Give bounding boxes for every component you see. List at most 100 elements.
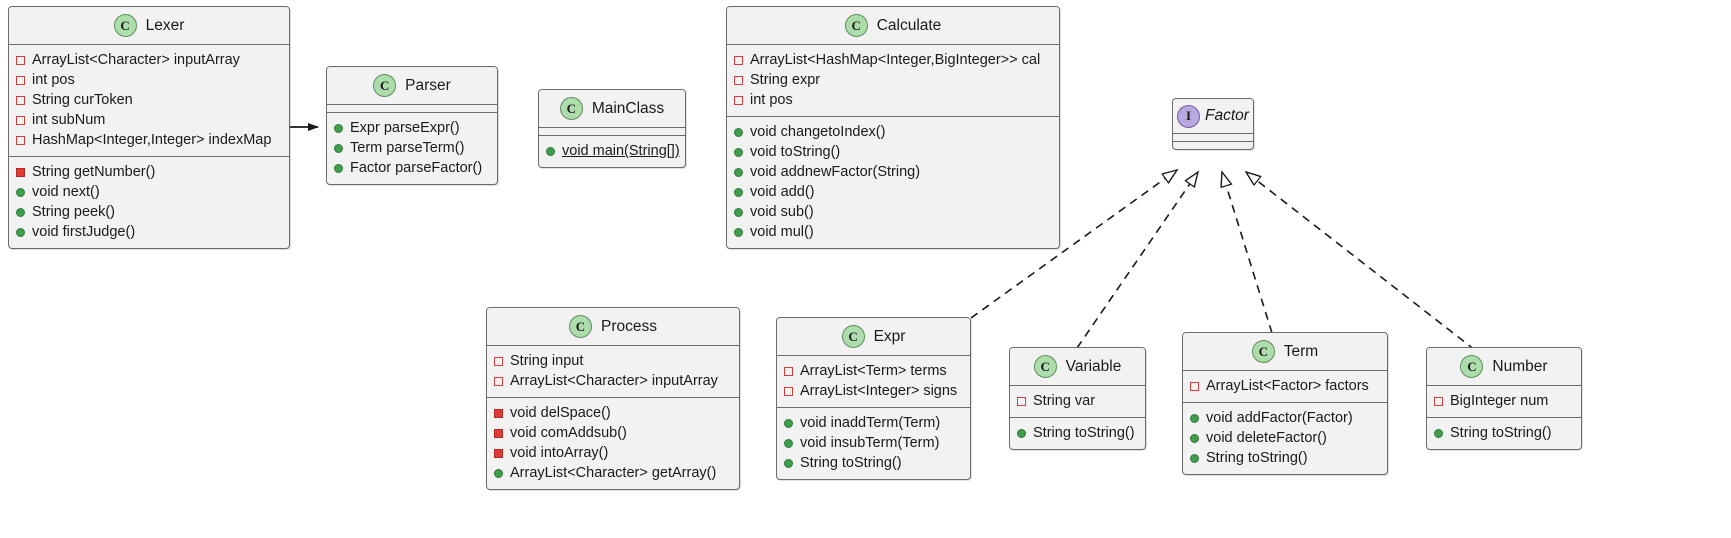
class-node-parser[interactable]: C Parser Expr parseExpr() Term parseTerm… [326,66,498,185]
attribute-row: String var [1017,391,1138,411]
class-stereotype-icon: C [1033,355,1057,378]
method-row: void deleteFactor() [1190,428,1380,448]
private-field-icon [1017,396,1026,406]
interface-stereotype-icon: I [1177,104,1201,128]
private-method-icon [494,448,503,458]
class-node-expr[interactable]: C Expr ArrayList<Term> terms ArrayList<I… [776,317,971,480]
class-name-label: Expr [873,327,906,345]
class-name-label: Number [1492,357,1548,375]
class-stereotype-icon: C [1460,355,1484,378]
class-header-expr: C Expr [777,318,970,356]
method-label: void comAddsub() [510,425,627,441]
method-label: Term parseTerm() [350,140,465,156]
method-row: Expr parseExpr() [334,118,490,138]
method-row: String toString() [784,453,963,473]
public-method-icon [16,207,25,217]
attribute-label: ArrayList<Term> terms [800,363,947,379]
attribute-row: HashMap<Integer,Integer> indexMap [16,130,282,150]
method-row: void inaddTerm(Term) [784,413,963,433]
attribute-row: ArrayList<Character> inputArray [16,50,282,70]
class-name-label: Term [1283,342,1319,360]
public-method-icon [784,438,793,448]
class-stereotype-icon: C [559,97,583,120]
class-node-variable[interactable]: C Variable String var String toString() [1009,347,1146,450]
method-row: String getNumber() [16,162,282,182]
methods-section-parser: Expr parseExpr() Term parseTerm() Factor… [327,113,497,184]
attribute-label: BigInteger num [1450,393,1549,409]
private-field-icon [1190,381,1199,391]
method-row: void addFactor(Factor) [1190,408,1380,428]
attributes-section-variable: String var [1010,386,1145,418]
attribute-row: ArrayList<Term> terms [784,361,963,381]
method-row: void sub() [734,202,1052,222]
edge-term-factor [1222,172,1273,334]
class-name-label: Variable [1065,357,1122,375]
public-method-icon [734,147,743,157]
class-node-process[interactable]: C Process String input ArrayList<Charact… [486,307,740,490]
public-method-icon [734,187,743,197]
private-field-icon [16,55,25,65]
private-field-icon [16,95,25,105]
method-label: void mul() [750,224,814,240]
class-header-calculate: C Calculate [727,7,1059,45]
method-label: Factor parseFactor() [350,160,483,176]
method-label: void intoArray() [510,445,609,461]
attribute-row: String expr [734,70,1052,90]
public-method-icon [334,123,343,133]
class-node-term[interactable]: C Term ArrayList<Factor> factors void ad… [1182,332,1388,475]
public-method-icon [1190,453,1199,463]
methods-section-lexer: String getNumber() void next() String pe… [9,157,289,248]
attribute-label: String curToken [32,92,133,108]
class-name-label: Lexer [145,16,185,34]
method-row: Factor parseFactor() [334,158,490,178]
class-node-calculate[interactable]: C Calculate ArrayList<HashMap<Integer,Bi… [726,6,1060,249]
public-method-icon [494,468,503,478]
class-header-term: C Term [1183,333,1387,371]
methods-section-mainclass: void main(String[]) [539,136,685,167]
method-row: void mul() [734,222,1052,242]
attribute-label: String expr [750,72,821,88]
attribute-label: HashMap<Integer,Integer> indexMap [32,132,272,148]
method-row: void add() [734,182,1052,202]
public-method-icon [16,187,25,197]
attribute-row: int pos [734,90,1052,110]
attribute-label: ArrayList<Character> inputArray [510,373,718,389]
attribute-label: ArrayList<HashMap<Integer,BigInteger>> c… [750,52,1041,68]
attribute-label: int subNum [32,112,106,128]
method-row: void intoArray() [494,443,732,463]
class-header-lexer: C Lexer [9,7,289,45]
method-label: void sub() [750,204,814,220]
private-field-icon [16,135,25,145]
class-node-number[interactable]: C Number BigInteger num String toString(… [1426,347,1582,450]
attribute-row: ArrayList<Character> inputArray [494,371,732,391]
attributes-section-process: String input ArrayList<Character> inputA… [487,346,739,398]
class-header-parser: C Parser [327,67,497,105]
class-node-mainclass[interactable]: C MainClass void main(String[]) [538,89,686,168]
method-row: void changetoIndex() [734,122,1052,142]
public-method-icon [784,458,793,468]
interface-node-factor[interactable]: I Factor [1172,98,1254,150]
attributes-section-parser [327,105,497,113]
method-label: void deleteFactor() [1206,430,1327,446]
private-field-icon [734,75,743,85]
attribute-row: ArrayList<Integer> signs [784,381,963,401]
method-row: void main(String[]) [546,141,680,161]
class-name-label: Process [601,317,657,335]
method-row: void delSpace() [494,403,732,423]
private-field-icon [494,356,503,366]
method-label: void firstJudge() [32,224,136,240]
class-header-variable: C Variable [1010,348,1145,386]
public-method-icon [734,127,743,137]
class-stereotype-icon: C [1251,340,1275,363]
attributes-section-term: ArrayList<Factor> factors [1183,371,1387,403]
private-field-icon [734,55,743,65]
class-header-number: C Number [1427,348,1581,386]
class-node-lexer[interactable]: C Lexer ArrayList<Character> inputArray … [8,6,290,249]
method-label: String getNumber() [32,164,156,180]
methods-section-calculate: void changetoIndex() void toString() voi… [727,117,1059,248]
private-method-icon [494,408,503,418]
attributes-section-lexer: ArrayList<Character> inputArray int pos … [9,45,289,157]
attribute-label: String input [510,353,584,369]
edge-number-factor [1246,172,1476,351]
attribute-label: ArrayList<Character> inputArray [32,52,240,68]
